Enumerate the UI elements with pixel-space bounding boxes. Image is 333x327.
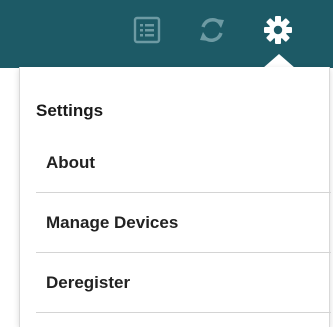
settings-menu: Settings About Manage Devices Deregister	[19, 67, 331, 327]
menu-header: Settings	[36, 101, 104, 120]
menu-item-about[interactable]: About	[36, 137, 331, 189]
divider	[36, 192, 331, 193]
sync-icon	[200, 18, 224, 42]
list-button[interactable]	[125, 8, 169, 52]
sync-button[interactable]	[190, 8, 234, 52]
settings-button[interactable]	[256, 8, 300, 52]
list-icon	[133, 16, 161, 44]
menu-item-deregister[interactable]: Deregister	[36, 257, 331, 309]
divider	[36, 252, 331, 253]
menu-pointer	[263, 54, 295, 68]
divider	[36, 312, 331, 313]
menu-item-manage-devices[interactable]: Manage Devices	[36, 197, 331, 249]
gear-icon	[264, 16, 292, 44]
